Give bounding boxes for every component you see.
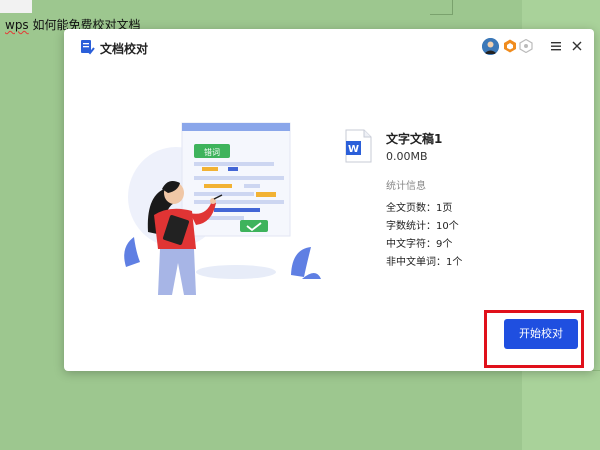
- settings-badge-icon[interactable]: [519, 39, 533, 53]
- close-icon[interactable]: [569, 38, 585, 54]
- document-notch: [0, 0, 32, 13]
- avatar-icon: [482, 38, 499, 55]
- file-size: 0.00MB: [386, 150, 428, 163]
- stat-value: 1个: [446, 257, 463, 268]
- stat-label: 字数统计：: [386, 221, 436, 232]
- stat-value: 1页: [436, 203, 453, 214]
- membership-badge-icon[interactable]: [503, 39, 517, 53]
- user-avatar[interactable]: [482, 38, 499, 55]
- menu-icon[interactable]: [548, 38, 564, 54]
- stat-value: 9个: [436, 239, 453, 250]
- stat-row-pages: 全文页数：1页: [386, 199, 452, 214]
- proofread-illustration: 错词: [124, 122, 321, 295]
- stat-label: 全文页数：: [386, 203, 436, 214]
- stat-label: 中文字符：: [386, 239, 436, 250]
- stat-label: 非中文单词：: [386, 257, 446, 268]
- dialog-titlebar: 文档校对: [64, 29, 594, 65]
- stat-row-non-chinese-words: 非中文单词：1个: [386, 253, 462, 268]
- annotation-highlight-box: [484, 310, 584, 368]
- stat-row-wordcount: 字数统计：10个: [386, 217, 459, 232]
- margin-corner-mark: [430, 0, 453, 15]
- svg-text:W: W: [348, 144, 359, 155]
- file-name: 文字文稿1: [386, 132, 443, 146]
- dialog-title: 文档校对: [100, 42, 149, 56]
- proofread-doc-icon: [81, 40, 95, 55]
- word-file-icon: W: [345, 129, 372, 163]
- stat-value: 10个: [436, 221, 459, 232]
- stat-row-chinese-chars: 中文字符：9个: [386, 235, 452, 250]
- stats-heading: 统计信息: [386, 181, 426, 192]
- wrong-word-tag: 错词: [204, 147, 220, 157]
- spellcheck-underlined-word: wps: [5, 18, 29, 32]
